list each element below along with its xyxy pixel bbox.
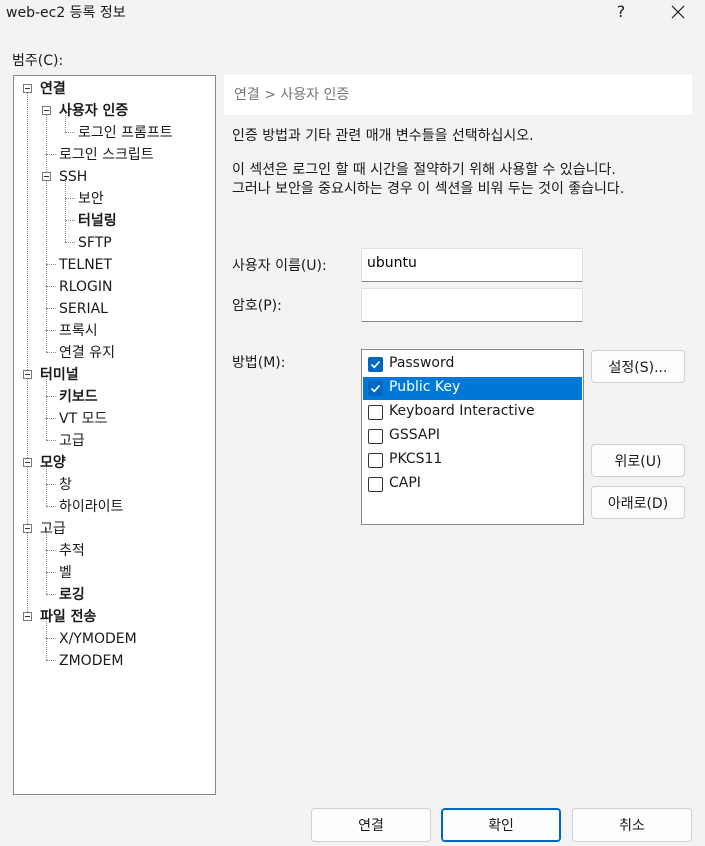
tree-connector [46, 396, 56, 397]
method-item-pkcs11[interactable]: PKCS11 [363, 449, 582, 472]
checkbox-checked-icon[interactable] [368, 381, 383, 396]
method-item-label: GSSAPI [389, 427, 441, 443]
tree-item-label: SSH [59, 169, 88, 185]
collapse-icon[interactable] [23, 458, 32, 467]
method-item-label: Password [389, 355, 455, 371]
checkbox-checked-icon[interactable] [368, 357, 383, 372]
method-item-public-key[interactable]: Public Key [363, 377, 582, 400]
method-item-label: Keyboard Interactive [389, 403, 535, 419]
tree-connector [46, 110, 47, 352]
window-title: web-ec2 등록 정보 [6, 5, 126, 21]
description-text: 인증 방법과 기타 관련 매개 변수들을 선택하십시오. [232, 128, 534, 144]
tree-item-label: 모양 [40, 455, 66, 471]
tree-connector [46, 594, 56, 595]
tree-item-label: 고급 [40, 521, 66, 537]
cancel-button[interactable]: 취소 [572, 808, 692, 842]
tree-connector [46, 286, 56, 287]
method-item-label: Public Key [389, 379, 461, 395]
auth-method-list[interactable]: Password Public Key Keyboard Interactive… [361, 349, 584, 525]
tree-item-label: 로깅 [59, 587, 85, 603]
close-button[interactable] [664, 0, 692, 24]
tree-item-label: 키보드 [59, 389, 98, 405]
tree-connector [46, 264, 56, 265]
password-label: 암호(P): [232, 298, 282, 314]
tree-connector [46, 484, 56, 485]
tree-connector [27, 90, 28, 618]
tree-item-label: 프록시 [59, 323, 98, 339]
ok-button[interactable]: 확인 [441, 808, 561, 842]
tree-connector [46, 418, 56, 419]
password-input[interactable] [361, 288, 583, 322]
tree-item-label: RLOGIN [59, 279, 113, 295]
collapse-icon[interactable] [23, 84, 32, 93]
collapse-icon[interactable] [42, 106, 51, 115]
collapse-icon[interactable] [23, 524, 32, 533]
tree-connector [46, 550, 56, 551]
tree-item-label: SFTP [78, 235, 112, 251]
collapse-icon[interactable] [23, 612, 32, 621]
tree-connector [46, 572, 56, 573]
tree-connector [46, 330, 56, 331]
method-item-password[interactable]: Password [363, 353, 582, 376]
method-item-label: CAPI [389, 475, 421, 491]
tree-item-label: 벨 [59, 565, 72, 581]
tree-item-label: X/YMODEM [59, 631, 137, 647]
tree-item-label: 터널링 [78, 213, 117, 229]
collapse-icon[interactable] [42, 172, 51, 181]
tree-connector [65, 220, 75, 221]
tree-item-label: 보안 [78, 191, 104, 207]
tree-item-label: 창 [59, 477, 72, 493]
collapse-icon[interactable] [23, 370, 32, 379]
settings-button[interactable]: 설정(S)... [591, 350, 685, 383]
method-item-keyboard-interactive[interactable]: Keyboard Interactive [363, 401, 582, 424]
close-icon [671, 5, 685, 19]
tree-connector [46, 660, 56, 661]
tree-connector [65, 132, 75, 133]
checkbox-unchecked-icon[interactable] [368, 429, 383, 444]
tree-connector [46, 440, 56, 441]
title-bar: web-ec2 등록 정보 ? [0, 0, 705, 26]
tree-item-label: 연결 유지 [59, 345, 115, 361]
move-up-button[interactable]: 위로(U) [591, 444, 685, 477]
tree-item-label: 추적 [59, 543, 85, 559]
tree-item-label: TELNET [59, 257, 113, 273]
tree-item-label: 하이라이트 [59, 499, 124, 515]
tree-item-label: 고급 [59, 433, 85, 449]
tree-item-label: 로그인 프롬프트 [78, 125, 173, 141]
tree-item-label: 터미널 [40, 367, 79, 383]
checkbox-unchecked-icon[interactable] [368, 477, 383, 492]
tree-connector [46, 638, 56, 639]
checkbox-unchecked-icon[interactable] [368, 453, 383, 468]
description-text: 그러나 보안을 중요시하는 경우 이 섹션을 비워 두는 것이 좋습니다. [232, 181, 625, 197]
method-item-capi[interactable]: CAPI [363, 473, 582, 496]
tree-item-label: VT 모드 [59, 411, 108, 427]
tree-connector [65, 198, 75, 199]
breadcrumb: 연결 > 사용자 인증 [224, 75, 692, 115]
tree-item-label: 파일 전송 [40, 609, 97, 625]
category-label: 범주(C): [12, 53, 64, 69]
tree-connector [46, 154, 56, 155]
tree-item-label: 연결 [40, 81, 66, 97]
checkbox-unchecked-icon[interactable] [368, 405, 383, 420]
tree-connector [46, 308, 56, 309]
method-item-label: PKCS11 [389, 451, 443, 467]
tree-item-label: ZMODEM [59, 653, 124, 669]
username-label: 사용자 이름(U): [232, 258, 327, 274]
tree-item-label: 사용자 인증 [59, 103, 129, 119]
method-label: 방법(M): [232, 355, 286, 371]
tree-connector [46, 352, 56, 353]
category-tree[interactable]: 연결 사용자 인증 로그인 프롬프트 로그인 스크립트 SSH 보안 터널링 S… [13, 75, 216, 795]
description-text: 이 섹션은 로그인 할 때 시간을 절약하기 위해 사용할 수 있습니다. [232, 162, 616, 178]
connect-button[interactable]: 연결 [311, 808, 431, 842]
method-item-gssapi[interactable]: GSSAPI [363, 425, 582, 448]
tree-item-label: SERIAL [59, 301, 108, 317]
tree-connector [65, 242, 75, 243]
tree-connector [46, 506, 56, 507]
help-button[interactable]: ? [609, 0, 633, 24]
username-input[interactable] [361, 248, 583, 282]
tree-item-label: 로그인 스크립트 [59, 147, 154, 163]
move-down-button[interactable]: 아래로(D) [591, 486, 685, 519]
